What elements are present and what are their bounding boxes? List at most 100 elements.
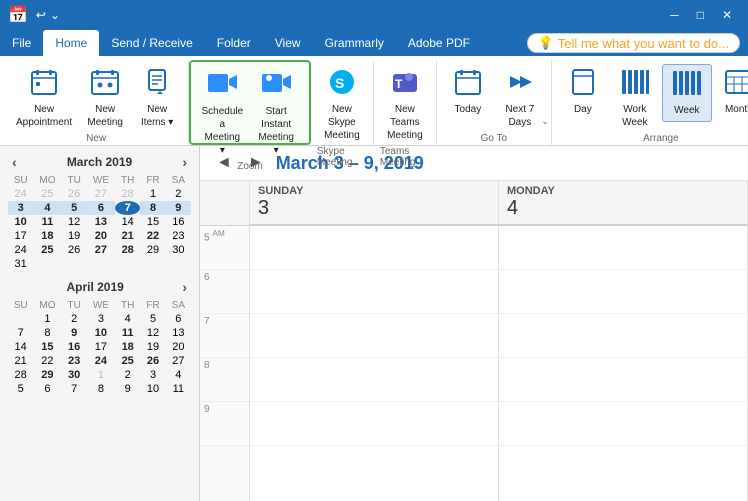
cal-cell-today[interactable]: 7 [115,201,140,215]
cal-cell[interactable]: 22 [140,229,165,243]
cal-cell[interactable]: 13 [87,215,115,229]
cal-cell[interactable]: 11 [115,326,140,340]
cal-cell[interactable]: 2 [166,187,191,201]
cal-cell[interactable]: 28 [115,187,140,201]
menu-view[interactable]: View [263,30,313,56]
cal-cell[interactable]: 4 [33,201,61,215]
next7-btn[interactable]: Next 7Days [495,64,545,133]
cal-cell[interactable]: 2 [62,312,87,326]
cal-cell[interactable]: 28 [8,368,33,382]
sunday-9am[interactable] [250,402,498,446]
cal-cell[interactable]: 10 [8,215,33,229]
week-view-btn[interactable]: Week [662,64,712,122]
menu-adobe[interactable]: Adobe PDF [396,30,482,56]
monday-9am[interactable] [499,402,747,446]
monday-7am[interactable] [499,314,747,358]
cal-cell[interactable]: 3 [140,368,165,382]
cal-cell[interactable]: 27 [166,354,191,368]
close-btn[interactable]: ✕ [714,8,740,22]
april-next-btn[interactable]: › [178,279,191,295]
tell-me-box[interactable]: 💡 Tell me what you want to do... [527,33,740,53]
cal-cell[interactable]: 19 [62,229,87,243]
cal-cell[interactable]: 16 [166,215,191,229]
menu-send-receive[interactable]: Send / Receive [99,30,204,56]
cal-cell[interactable]: 10 [87,326,115,340]
monday-8am[interactable] [499,358,747,402]
cal-scroll-area[interactable]: 5 AM 6 7 8 9 [200,226,748,501]
cal-cell[interactable]: 5 [140,312,165,326]
new-teams-btn[interactable]: T New TeamsMeeting [380,64,430,146]
monday-6am[interactable] [499,270,747,314]
sunday-6am[interactable] [250,270,498,314]
cal-cell[interactable]: 26 [62,243,87,257]
cal-cell[interactable]: 18 [115,340,140,354]
minimize-btn[interactable]: ─ [662,8,687,22]
cal-cell[interactable]: 28 [115,243,140,257]
cal-cell[interactable]: 24 [87,354,115,368]
goto-expand[interactable]: ⌄ [541,116,549,127]
cal-cell[interactable]: 9 [62,326,87,340]
cal-cell[interactable]: 24 [8,187,33,201]
cal-cell[interactable]: 26 [62,187,87,201]
cal-cell[interactable]: 29 [140,243,165,257]
cal-cell[interactable]: 3 [8,201,33,215]
schedule-meeting-btn[interactable]: Schedule aMeeting ▾ [197,66,247,161]
monday-col[interactable] [499,226,748,501]
cal-cell[interactable]: 12 [140,326,165,340]
cal-cell[interactable]: 27 [87,243,115,257]
cal-cell[interactable]: 17 [8,229,33,243]
cal-cell[interactable]: 17 [87,340,115,354]
cal-cell[interactable]: 16 [62,340,87,354]
cal-cell[interactable]: 1 [87,368,115,382]
redo-btn[interactable]: ⌄ [50,8,60,22]
cal-cell[interactable]: 15 [140,215,165,229]
monday-5am[interactable] [499,226,747,270]
cal-cell[interactable]: 11 [33,215,61,229]
cal-cell[interactable]: 4 [115,312,140,326]
cal-cell[interactable]: 8 [33,326,61,340]
cal-cell[interactable]: 30 [62,368,87,382]
cal-cell[interactable]: 8 [87,382,115,396]
sunday-7am[interactable] [250,314,498,358]
cal-cell[interactable]: 19 [140,340,165,354]
cal-cell[interactable]: 29 [33,368,61,382]
cal-cell[interactable]: 6 [33,382,61,396]
cal-cell[interactable]: 18 [33,229,61,243]
cal-cell[interactable]: 5 [8,382,33,396]
sunday-col[interactable] [250,226,499,501]
today-btn[interactable]: Today [443,64,493,120]
cal-cell[interactable]: 9 [115,382,140,396]
cal-cell[interactable]: 14 [8,340,33,354]
cal-cell[interactable]: 23 [166,229,191,243]
cal-cell[interactable]: 6 [166,312,191,326]
cal-cell[interactable]: 11 [166,382,191,396]
cal-cell[interactable]: 15 [33,340,61,354]
cal-cell[interactable]: 4 [166,368,191,382]
cal-cell[interactable]: 7 [62,382,87,396]
cal-cell[interactable]: 9 [166,201,191,215]
cal-cell[interactable]: 6 [87,201,115,215]
sunday-8am[interactable] [250,358,498,402]
workweek-view-btn[interactable]: WorkWeek [610,64,660,133]
cal-cell[interactable]: 30 [166,243,191,257]
menu-folder[interactable]: Folder [205,30,263,56]
cal-cell[interactable]: 20 [87,229,115,243]
next-month-btn[interactable]: › [178,154,191,170]
maximize-btn[interactable]: □ [689,8,712,22]
prev-month-btn[interactable]: ‹ [8,154,21,170]
cal-cell[interactable]: 7 [8,326,33,340]
menu-file[interactable]: File [0,30,43,56]
cal-cell[interactable]: 23 [62,354,87,368]
cal-cell[interactable]: 24 [8,243,33,257]
menu-home[interactable]: Home [43,30,99,56]
cal-cell[interactable]: 21 [115,229,140,243]
undo-btn[interactable]: ↩ [36,8,46,22]
cal-cell[interactable]: 8 [140,201,165,215]
start-instant-btn[interactable]: Start InstantMeeting ▾ [250,66,303,161]
cal-cell[interactable]: 20 [166,340,191,354]
new-items-btn[interactable]: NewItems ▾ [132,64,182,133]
cal-cell[interactable]: 25 [33,243,61,257]
cal-cell[interactable]: 10 [140,382,165,396]
day-view-btn[interactable]: Day [558,64,608,120]
cal-cell[interactable]: 1 [140,187,165,201]
